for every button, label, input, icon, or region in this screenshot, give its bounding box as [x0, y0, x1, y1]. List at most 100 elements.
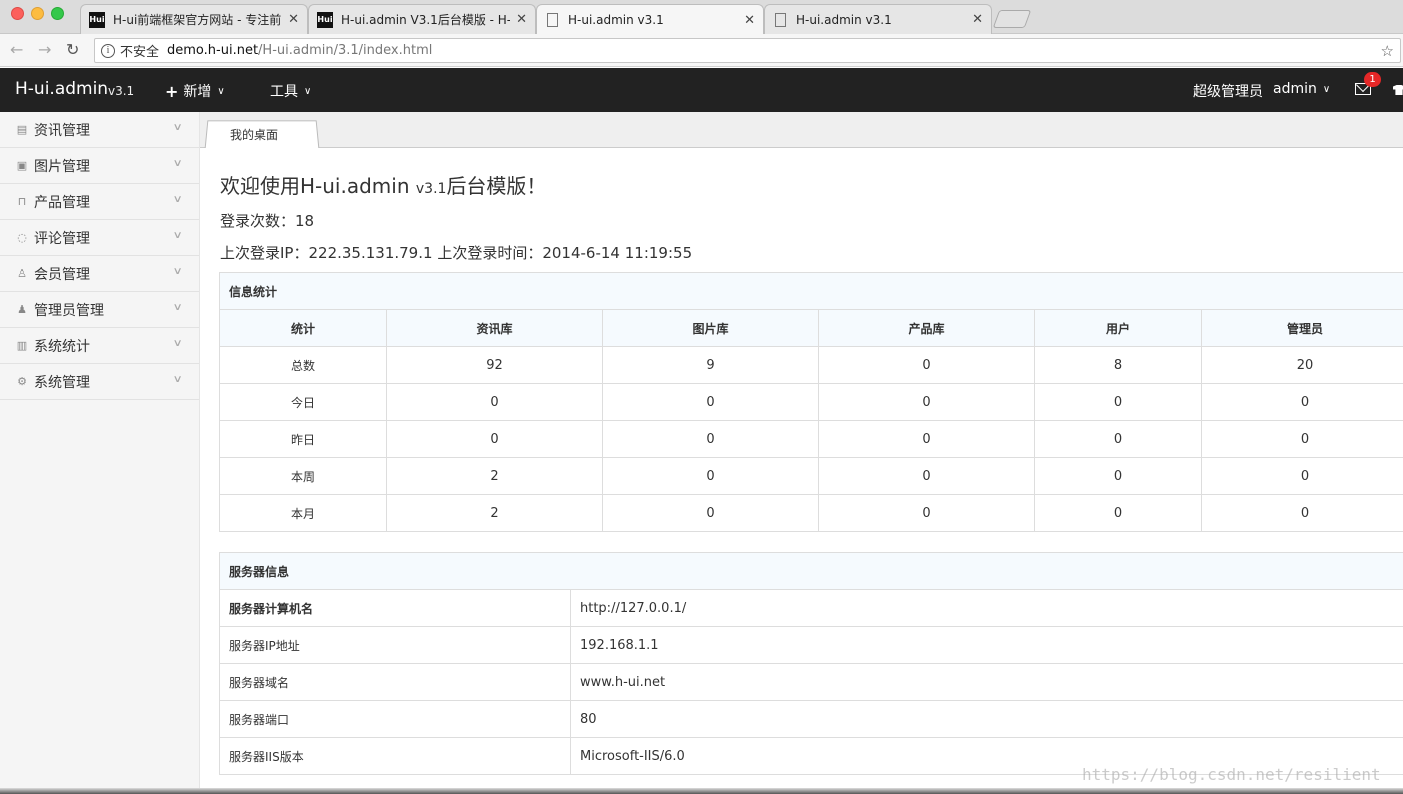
chevron-down-icon: ∨: [172, 194, 183, 205]
server-value: 192.168.1.1: [570, 626, 1403, 664]
forward-arrow-icon[interactable]: →: [38, 40, 51, 59]
bookmark-star-icon[interactable]: ☆: [1381, 42, 1394, 60]
info-icon[interactable]: i: [101, 43, 115, 58]
browser-tab-3[interactable]: H-ui.admin v3.1 ✕: [536, 4, 764, 35]
row-label: 本周: [219, 457, 387, 495]
sidebar-item-label: 图片管理: [34, 158, 90, 175]
nav-tools-menu[interactable]: 工具 ∨: [270, 81, 311, 101]
server-key: 服务器端口: [219, 700, 571, 738]
table-row: 本周 2 0 0 0 0: [219, 457, 1403, 495]
browser-tab-title: H-ui前端框架官方网站 - 专注前: [113, 13, 282, 27]
login-count-value: 18: [295, 212, 315, 230]
login-count-label: 登录次数：: [220, 212, 296, 230]
close-tab-icon[interactable]: ✕: [972, 12, 983, 27]
sidebar-item-label: 管理员管理: [34, 302, 104, 319]
plus-icon: +: [165, 81, 179, 101]
cell-value: 0: [818, 383, 1035, 421]
sidebar-item-members[interactable]: ♙ 会员管理 ∨: [0, 256, 199, 292]
cell-value: 0: [602, 383, 819, 421]
new-tab-button[interactable]: [992, 10, 1032, 28]
cell-value: 0: [1034, 420, 1202, 458]
nav-add-menu[interactable]: + 新增 ∨: [165, 81, 225, 101]
reload-icon[interactable]: ↻: [66, 40, 79, 59]
cell-value: 0: [386, 420, 603, 458]
user-menu[interactable]: admin ∨: [1273, 81, 1330, 97]
hui-favicon-icon: Hui: [89, 11, 105, 28]
welcome-version: v3.1: [415, 181, 447, 197]
cell-value: 0: [818, 457, 1035, 495]
sidebar-item-label: 资讯管理: [34, 122, 90, 139]
row-label: 昨日: [219, 420, 387, 458]
chevron-down-icon: ∨: [172, 122, 183, 133]
document-icon: [547, 13, 558, 27]
server-caption: 服务器信息: [219, 552, 1403, 590]
sidebar-item-label: 评论管理: [34, 230, 90, 247]
welcome-suffix: 后台模版！: [446, 174, 547, 198]
admin-icon: ♟: [17, 303, 27, 316]
chevron-down-icon: ∨: [172, 230, 183, 241]
sidebar-item-pictures[interactable]: ▣ 图片管理 ∨: [0, 148, 199, 184]
sidebar-item-admins[interactable]: ♟ 管理员管理 ∨: [0, 292, 199, 328]
cell-value: 0: [386, 383, 603, 421]
comment-icon: ◌: [17, 231, 27, 244]
column-header: 统计: [219, 309, 387, 347]
back-arrow-icon[interactable]: ←: [10, 40, 23, 59]
sidebar-item-products[interactable]: ⊓ 产品管理 ∨: [0, 184, 199, 220]
skin-icon[interactable]: [1393, 85, 1403, 95]
close-window-button[interactable]: [11, 7, 24, 20]
stats-table: 信息统计 统计 资讯库 图片库 产品库 用户 管理员 总数 92 9 0 8 2…: [219, 272, 1403, 532]
browser-tab-title: H-ui.admin v3.1: [796, 12, 892, 27]
browser-tab-2[interactable]: Hui H-ui.admin V3.1后台模版 - H-u ✕: [308, 4, 536, 34]
cell-value: 0: [602, 420, 819, 458]
cell-value: 0: [1034, 383, 1202, 421]
table-row: 今日 0 0 0 0 0: [219, 383, 1403, 421]
cell-value: 0: [1201, 420, 1403, 458]
close-tab-icon[interactable]: ✕: [744, 13, 755, 28]
row-label: 总数: [219, 346, 387, 384]
sidebar-item-news[interactable]: ▤ 资讯管理 ∨: [0, 112, 199, 148]
chevron-down-icon: ∨: [172, 302, 183, 313]
browser-tab-4[interactable]: H-ui.admin v3.1 ✕: [764, 4, 992, 34]
chevron-down-icon: ∨: [1322, 83, 1331, 95]
row-label: 今日: [219, 383, 387, 421]
bag-icon: ⊓: [17, 195, 27, 208]
page-title: 欢迎使用H-ui.admin v3.1后台模版！: [220, 170, 546, 199]
sidebar-item-system[interactable]: ⚙ 系统管理 ∨: [0, 364, 199, 400]
close-tab-icon[interactable]: ✕: [288, 12, 299, 27]
app-logo[interactable]: H-ui.admin: [15, 79, 108, 99]
cell-value: 0: [818, 494, 1035, 532]
table-row: 本月 2 0 0 0 0: [219, 494, 1403, 532]
cell-value: 2: [386, 494, 603, 532]
watermark: https://blog.csdn.net/resilient: [1082, 765, 1381, 784]
close-tab-icon[interactable]: ✕: [516, 12, 527, 27]
browser-tab-title: H-ui.admin V3.1后台模版 - H-u: [341, 13, 511, 27]
address-bar[interactable]: i 不安全 demo.h-ui.net/H-ui.admin/3.1/index…: [94, 38, 1401, 63]
app-version: v3.1: [108, 84, 135, 98]
picture-icon: ▣: [16, 159, 28, 172]
tab-my-desktop-label[interactable]: 我的桌面: [230, 126, 278, 143]
chevron-down-icon: ∨: [172, 158, 183, 169]
gear-icon: ⚙: [17, 375, 27, 388]
cell-value: 0: [1201, 494, 1403, 532]
table-row: 服务器域名 www.h-ui.net: [219, 663, 1403, 701]
cell-value: 8: [1034, 346, 1202, 384]
chevron-down-icon: ∨: [172, 266, 183, 277]
sidebar-item-comments[interactable]: ◌ 评论管理 ∨: [0, 220, 199, 256]
sidebar-item-label: 产品管理: [34, 194, 90, 211]
server-key: 服务器计算机名: [219, 589, 571, 627]
maximize-window-button[interactable]: [51, 7, 64, 20]
table-row: 昨日 0 0 0 0 0: [219, 420, 1403, 458]
minimize-window-button[interactable]: [31, 7, 44, 20]
cell-value: 9: [602, 346, 819, 384]
user-name: admin: [1273, 81, 1317, 97]
column-header: 用户: [1034, 309, 1202, 347]
server-value: http://127.0.0.1/: [570, 589, 1403, 627]
chart-icon: ▥: [16, 339, 28, 352]
cell-value: 0: [1201, 383, 1403, 421]
sidebar-item-statistics[interactable]: ▥ 系统统计 ∨: [0, 328, 199, 364]
browser-tab-1[interactable]: Hui H-ui前端框架官方网站 - 专注前 ✕: [80, 4, 308, 34]
sidebar: ▤ 资讯管理 ∨ ▣ 图片管理 ∨ ⊓ 产品管理 ∨ ◌ 评论管理 ∨ ♙ 会员…: [0, 112, 200, 794]
message-count-badge: 1: [1364, 72, 1381, 87]
login-count-line: 登录次数：18: [220, 210, 314, 231]
server-value: www.h-ui.net: [570, 663, 1403, 701]
